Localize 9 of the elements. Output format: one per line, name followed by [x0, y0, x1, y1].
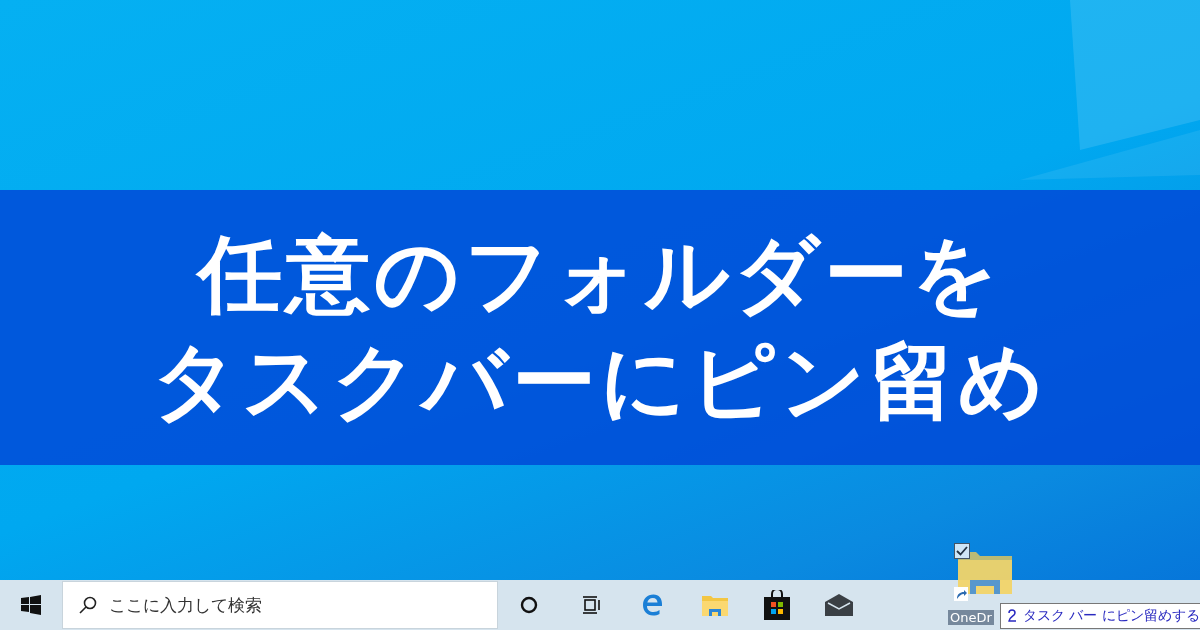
search-field[interactable]: ここに入力して検索: [62, 581, 498, 629]
item-label: OneDr: [948, 610, 994, 625]
shortcut-arrow-icon: [954, 587, 968, 601]
windows-logo-icon: [21, 595, 41, 615]
tooltip-text: タスク バー にピン留めする: [1023, 607, 1200, 625]
checkbox[interactable]: [954, 543, 970, 559]
search-icon: [79, 596, 97, 614]
search-input[interactable]: ここに入力して検索: [107, 594, 497, 616]
title-text: タスクバーにピン留め: [152, 330, 1048, 432]
